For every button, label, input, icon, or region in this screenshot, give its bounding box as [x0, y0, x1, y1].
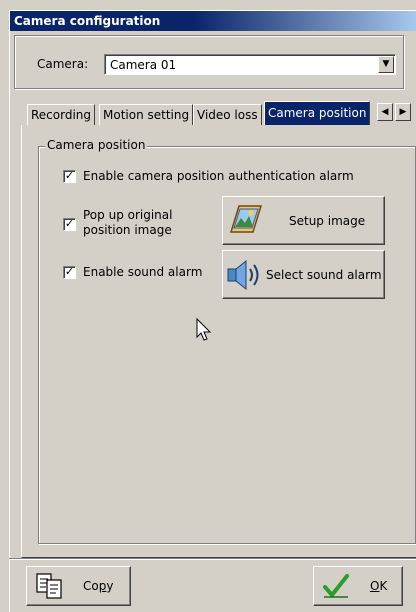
ok-label-suffix: K — [379, 579, 388, 593]
copy-icon — [36, 573, 62, 599]
footer-separator — [9, 558, 416, 560]
enable-sound-alarm-label: Enable sound alarm — [83, 265, 203, 279]
camera-select-value: Camera 01 — [110, 58, 177, 72]
camera-position-group-title: Camera position — [45, 138, 148, 152]
copy-label: Copy — [83, 579, 113, 593]
window-title: Camera configuration — [10, 11, 416, 31]
copy-label-suffix: y — [106, 579, 114, 593]
copy-label-prefix: Co — [83, 579, 99, 593]
enable-auth-alarm-checkbox[interactable]: ✓ — [63, 170, 76, 183]
tab-recording[interactable]: Recording — [27, 104, 96, 125]
speaker-icon — [227, 259, 259, 291]
checkmark-icon — [323, 574, 349, 598]
mouse-cursor-icon — [196, 318, 212, 341]
copy-button[interactable]: Copy — [26, 566, 131, 606]
popup-original-checkbox[interactable]: ✓ — [63, 218, 76, 231]
select-sound-alarm-label: Select sound alarm — [266, 268, 382, 282]
popup-original-label-line1: Pop up original — [83, 208, 173, 222]
tab-motion-setting[interactable]: Motion setting — [99, 104, 194, 125]
enable-sound-alarm-checkbox[interactable]: ✓ — [63, 266, 76, 279]
camera-select[interactable]: Camera 01 ▼ — [104, 54, 396, 75]
picture-icon — [229, 205, 263, 233]
ok-button[interactable]: OK — [313, 566, 403, 606]
tab-scroll-left-icon[interactable]: ◀ — [377, 103, 393, 121]
tab-camera-position[interactable]: Camera position — [264, 101, 371, 125]
tab-scroll-right-icon[interactable]: ▶ — [395, 103, 411, 121]
setup-image-button[interactable]: Setup image — [222, 196, 385, 245]
select-sound-alarm-button[interactable]: Select sound alarm — [222, 250, 385, 299]
tab-video-loss[interactable]: Video loss — [193, 104, 262, 125]
popup-original-label-line2: position image — [83, 223, 172, 237]
enable-auth-alarm-label: Enable camera position authentication al… — [83, 169, 354, 183]
chevron-down-icon[interactable]: ▼ — [378, 56, 394, 73]
camera-label: Camera: — [37, 57, 89, 71]
ok-label: OK — [370, 579, 387, 593]
setup-image-label: Setup image — [289, 214, 366, 228]
popup-original-label: Pop up original position image — [83, 208, 172, 238]
